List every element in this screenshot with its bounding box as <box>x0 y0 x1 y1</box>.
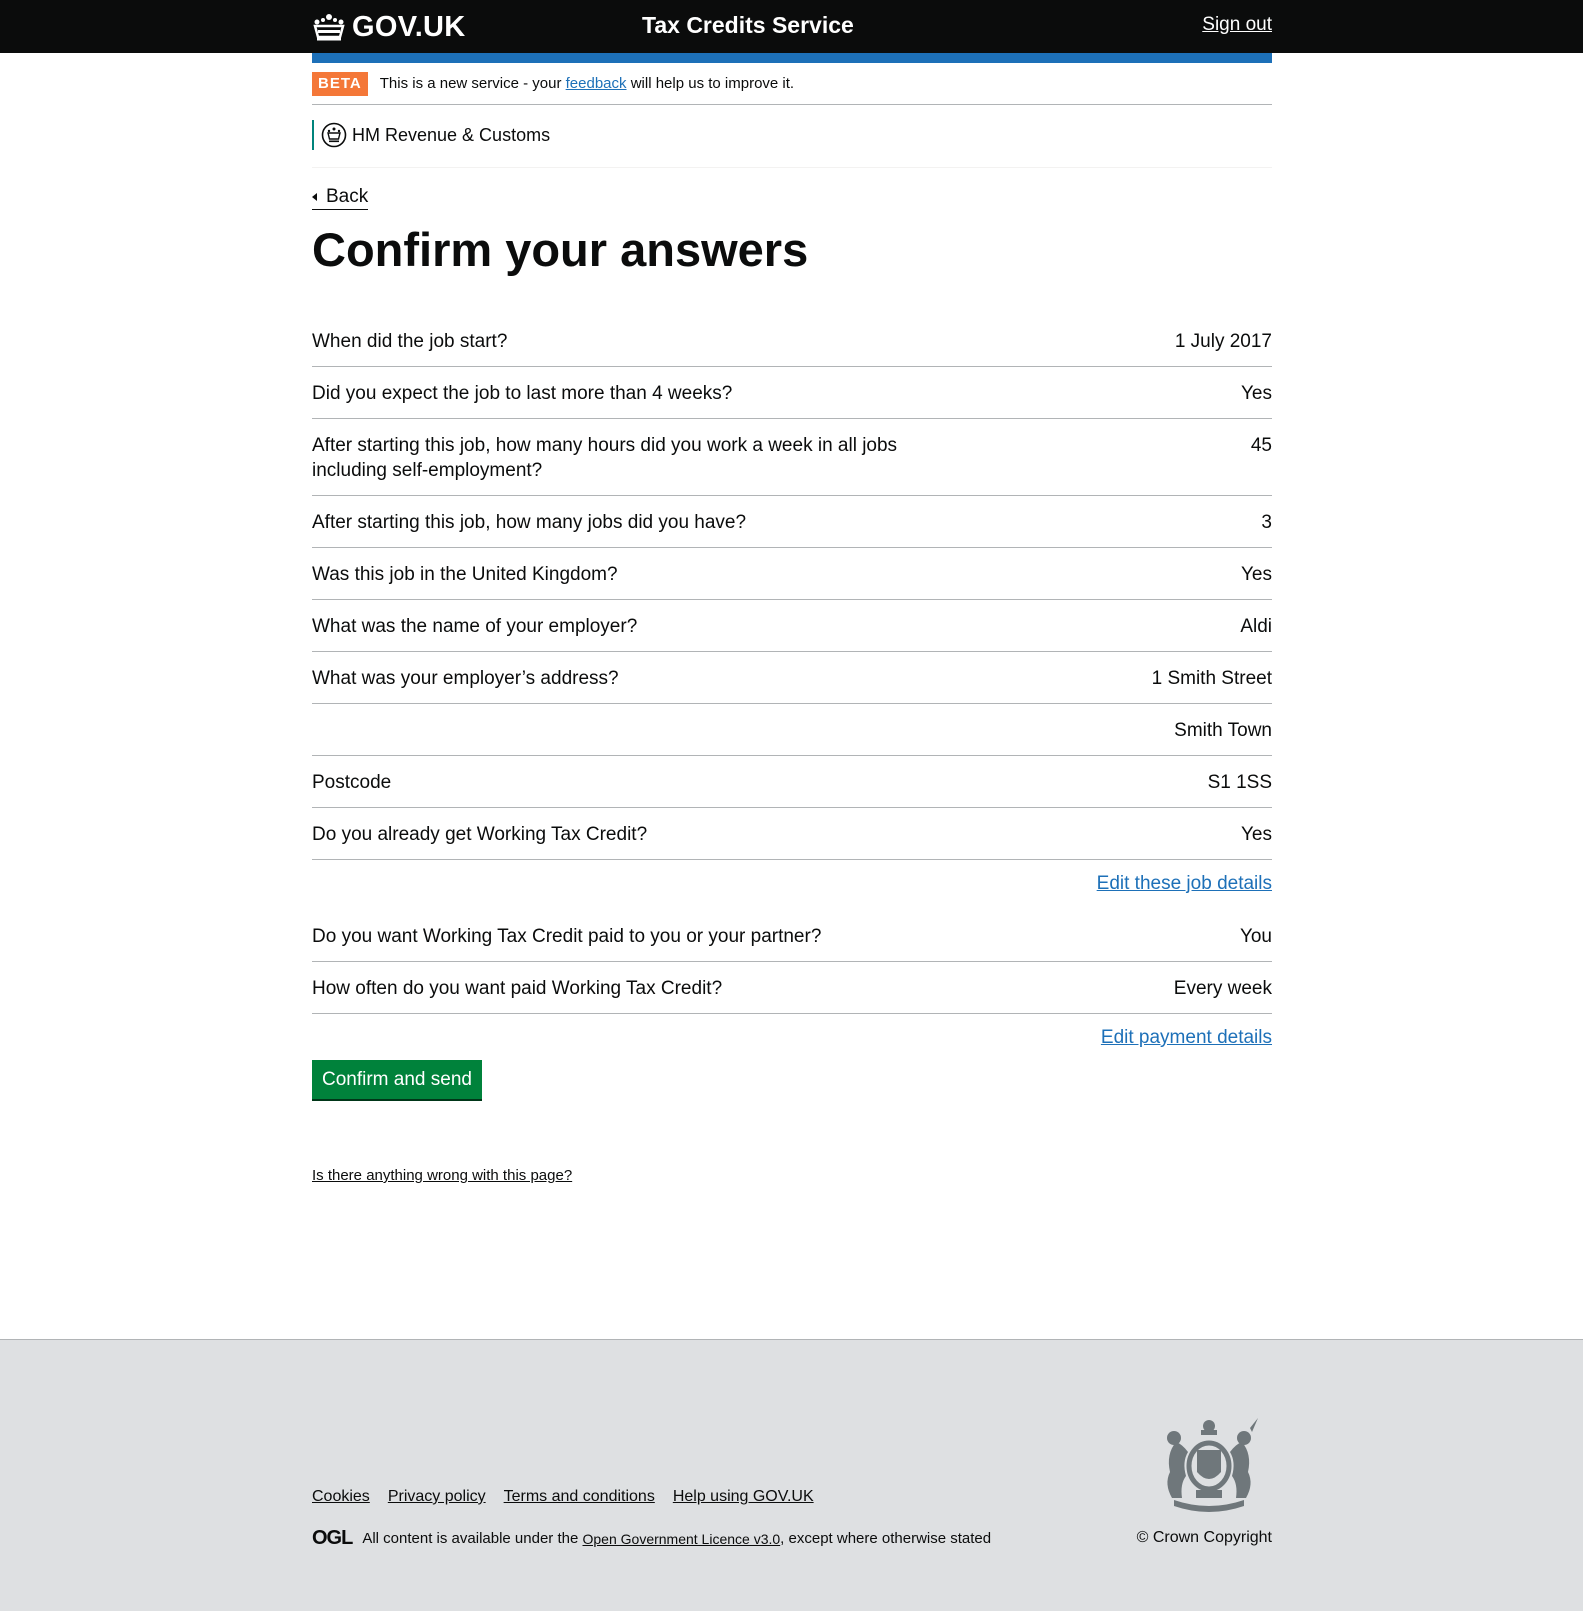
phase-text-before: This is a new service - your <box>379 75 562 92</box>
back-link[interactable]: Back <box>312 186 369 210</box>
phase-banner: BETA This is a new service - your feedba… <box>312 63 1272 105</box>
summary-question: After starting this job, how many jobs d… <box>312 512 747 533</box>
job-details-section: When did the job start? 1 July 2017 Did … <box>312 315 1272 910</box>
sign-out-link[interactable]: Sign out <box>1202 14 1272 36</box>
summary-question: What was your employer’s address? <box>312 668 619 689</box>
summary-row: Postcode S1 1SS <box>312 756 1272 808</box>
report-problem-link[interactable]: Is there anything wrong with this page? <box>312 1167 572 1184</box>
footer-link-cookies[interactable]: Cookies <box>312 1488 370 1506</box>
edit-payment-details-link[interactable]: Edit payment details <box>1101 1027 1272 1048</box>
summary-question <box>312 718 902 743</box>
edit-job-row: Edit these job details <box>312 860 1272 910</box>
confirm-and-send-button[interactable]: Confirm and send <box>312 1060 482 1099</box>
feedback-link[interactable]: feedback <box>566 75 627 92</box>
footer-links: Cookies Privacy policy Terms and conditi… <box>312 1488 832 1506</box>
hmrc-organisation: HM Revenue & Customs <box>312 120 550 150</box>
summary-answer: You <box>1239 926 1272 947</box>
edit-job-details-link[interactable]: Edit these job details <box>1097 873 1272 894</box>
back-link-label: Back <box>326 186 369 207</box>
summary-question: Do you already get Working Tax Credit? <box>312 824 648 845</box>
govuk-logo-link[interactable]: GOV.UK <box>312 10 466 44</box>
edit-payment-row: Edit payment details <box>312 1014 1272 1064</box>
back-arrow-icon <box>312 193 317 201</box>
summary-answer: 45 <box>1250 435 1272 456</box>
summary-row: Smith Town <box>312 704 1272 756</box>
summary-answer: Yes <box>1241 564 1272 585</box>
footer-link-privacy[interactable]: Privacy policy <box>388 1488 486 1506</box>
summary-answer: 1 July 2017 <box>1174 331 1272 352</box>
footer-link-terms[interactable]: Terms and conditions <box>504 1488 655 1506</box>
summary-question: How often do you want paid Working Tax C… <box>312 978 723 999</box>
summary-question: Do you want Working Tax Credit paid to y… <box>312 926 822 947</box>
ogl-logo-icon: OGL <box>312 1527 353 1549</box>
royal-coat-of-arms-icon <box>1167 1418 1258 1512</box>
summary-row: What was the name of your employer? Aldi <box>312 600 1272 652</box>
global-footer: Cookies Privacy policy Terms and conditi… <box>0 1339 1583 1611</box>
summary-answer: 1 Smith Street <box>1151 668 1272 689</box>
licence-text-before: All content is available under the <box>362 1530 579 1547</box>
summary-question: Was this job in the United Kingdom? <box>312 564 618 585</box>
global-header: GOV.UK Tax Credits Service Sign out <box>0 0 1583 53</box>
phase-text-after: will help us to improve it. <box>630 75 795 92</box>
summary-row: After starting this job, how many jobs d… <box>312 496 1272 548</box>
summary-question: When did the job start? <box>312 331 508 352</box>
summary-row: Do you already get Working Tax Credit? Y… <box>312 808 1272 860</box>
service-name-link[interactable]: Tax Credits Service <box>642 12 854 39</box>
summary-answer: S1 1SS <box>1207 772 1272 793</box>
summary-answer: Aldi <box>1240 616 1272 637</box>
header-container: GOV.UK Tax Credits Service Sign out <box>312 0 1272 53</box>
summary-row: Did you expect the job to last more than… <box>312 367 1272 419</box>
payment-details-section: Do you want Working Tax Credit paid to y… <box>312 910 1272 1064</box>
summary-answer: Yes <box>1241 824 1272 845</box>
crown-copyright: © Crown Copyright <box>1136 1529 1272 1546</box>
summary-question: After starting this job, how many hours … <box>312 435 898 481</box>
summary-answer: Every week <box>1173 978 1272 999</box>
organisation-name: HM Revenue & Customs <box>352 124 551 145</box>
organisation-divider <box>312 167 1272 168</box>
summary-row: After starting this job, how many hours … <box>312 419 1272 496</box>
summary-row: When did the job start? 1 July 2017 <box>312 315 1272 367</box>
summary-row: Do you want Working Tax Credit paid to y… <box>312 910 1272 962</box>
beta-tag: BETA <box>312 71 368 96</box>
crown-icon <box>313 14 345 41</box>
ogl-licence-link[interactable]: Open Government Licence v3.0 <box>583 1531 781 1547</box>
summary-row: How often do you want paid Working Tax C… <box>312 962 1272 1014</box>
summary-question: Postcode <box>312 772 392 793</box>
summary-question: What was the name of your employer? <box>312 616 638 637</box>
page-title: Confirm your answers <box>312 223 809 276</box>
hmrc-crest-icon <box>321 122 347 148</box>
licence-text-after: , except where otherwise stated <box>780 1530 992 1547</box>
header-blue-bar <box>312 53 1272 63</box>
summary-row: Was this job in the United Kingdom? Yes <box>312 548 1272 600</box>
licence-statement: OGL All content is available under the O… <box>312 1527 991 1550</box>
summary-question: Did you expect the job to last more than… <box>312 383 733 404</box>
logo-text: GOV.UK <box>352 10 466 43</box>
summary-answer: Smith Town <box>1174 720 1272 741</box>
summary-row: What was your employer’s address? 1 Smit… <box>312 652 1272 704</box>
summary-list: When did the job start? 1 July 2017 Did … <box>312 315 1272 1064</box>
summary-answer: Yes <box>1241 383 1272 404</box>
footer-link-help[interactable]: Help using GOV.UK <box>673 1488 814 1506</box>
summary-answer: 3 <box>1261 512 1272 533</box>
